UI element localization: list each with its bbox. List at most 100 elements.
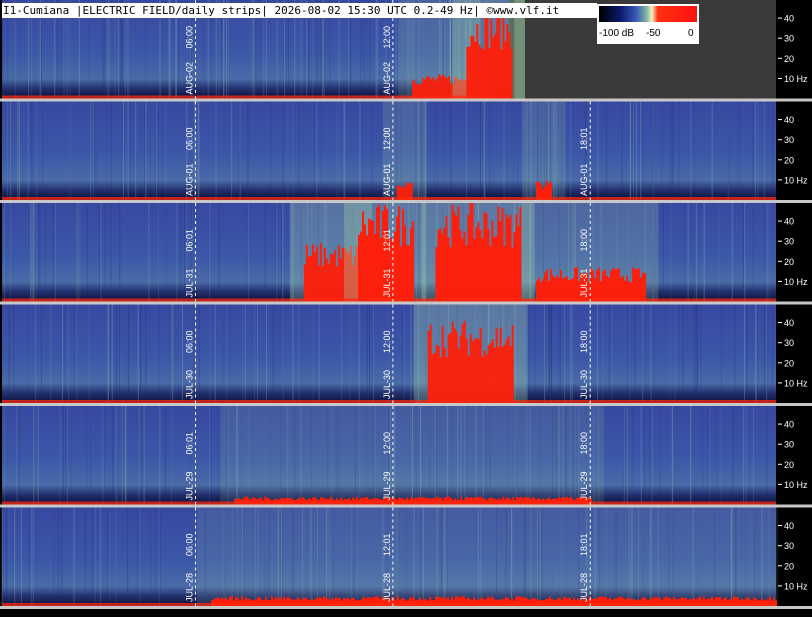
burst-column [519,206,522,302]
strip-jul-30: 06:00 JUL-30 12:00 JUL-30 18:00 JUL-30 40 30 20 1… [0,304,812,406]
strip-separator [0,504,812,508]
burst-column [485,354,488,403]
burst-column [554,277,557,302]
burst-column [467,355,470,403]
burst-column [329,253,332,302]
frequency-tick-label: 40 [784,420,794,430]
burst-column [337,245,340,302]
burst-column [478,44,481,99]
strip-baseline [2,603,776,606]
date-label: JUL-28 [579,573,589,602]
burst-column [501,346,504,403]
frequency-tick-label: 10 Hz [784,480,808,490]
time-marker-label: 18:01 [579,534,589,557]
burst-column [503,246,506,302]
burst-column [436,78,439,99]
burst-column [508,32,511,99]
burst-column [489,343,492,403]
burst-column [504,41,507,99]
burst-column [435,247,438,302]
burst-column [487,345,490,403]
frequency-tick-label: 10 Hz [784,378,808,388]
burst-column [459,229,462,302]
burst-column [437,229,440,302]
burst-column [313,252,316,302]
date-label: JUL-29 [185,471,195,500]
date-label: JUL-31 [579,268,589,297]
burst-column [474,41,477,99]
burst-column [491,220,494,302]
burst-column [592,270,595,302]
frequency-tick-label: 30 [784,440,794,450]
burst-column [366,235,369,302]
frequency-tick-label: 40 [784,318,794,328]
burst-column [374,234,377,302]
burst-column [451,321,454,403]
time-marker-label: 12:01 [382,229,392,252]
time-marker-label: 12:00 [382,432,392,455]
burst-column [448,76,451,99]
date-label: JUL-30 [579,370,589,399]
burst-column [469,203,472,302]
burst-column [455,215,458,302]
frequency-tick-label: 30 [784,135,794,145]
date-label: AUG-01 [579,163,589,196]
burst-column [457,206,460,302]
burst-column [632,267,635,302]
burst-column [598,267,601,302]
burst-column [309,255,312,302]
burst-column [303,264,306,302]
burst-column [477,339,480,403]
colorbar-gradient [599,6,697,22]
strips-layer: 06:00 AUG-02 12:00 AUG-02 40 30 20 10 Hz 06:00 AU… [0,0,812,609]
burst-column [511,325,514,403]
burst-column [400,246,403,302]
strip-separator [0,403,812,406]
burst-column [566,276,569,302]
strip-separator [0,98,812,102]
burst-column [496,13,499,99]
date-label: JUL-29 [579,471,589,500]
date-label: JUL-31 [382,268,392,297]
burst-column [443,347,446,403]
burst-column [499,221,502,302]
burst-column [433,352,436,403]
burst-column [594,278,597,302]
burst-column [596,270,599,302]
burst-column [600,280,603,302]
burst-column [576,267,579,302]
burst-column [435,344,438,403]
burst-column [439,356,442,403]
burst-column [445,356,448,403]
burst-column [422,77,425,99]
frequency-tick-label: 20 [784,257,794,267]
burst-column [536,280,539,302]
date-label: AUG-01 [185,163,195,196]
burst-column [426,76,429,99]
burst-column [622,276,625,302]
time-marker-label: 12:00 [382,128,392,151]
burst-column [466,47,469,99]
burst-column [370,219,373,302]
frequency-tick-label: 20 [784,54,794,64]
burst-column [358,235,361,302]
time-marker-label: 18:00 [579,432,589,455]
burst-column [472,35,475,99]
burst-column [511,247,514,302]
burst-column [471,203,474,302]
frequency-tick-label: 10 Hz [784,581,808,591]
burst-column [610,270,613,302]
burst-column [488,47,491,99]
strip-baseline [2,501,776,505]
burst-column [507,217,510,302]
burst-column [362,211,365,302]
burst-column [499,327,502,403]
burst-column [404,225,407,302]
burst-column [486,15,489,99]
burst-column [500,49,503,99]
burst-column [618,268,621,302]
activity-halo [522,101,566,200]
date-label: JUL-28 [382,573,392,602]
frequency-tick-label: 40 [784,14,794,24]
burst-column [432,77,435,99]
